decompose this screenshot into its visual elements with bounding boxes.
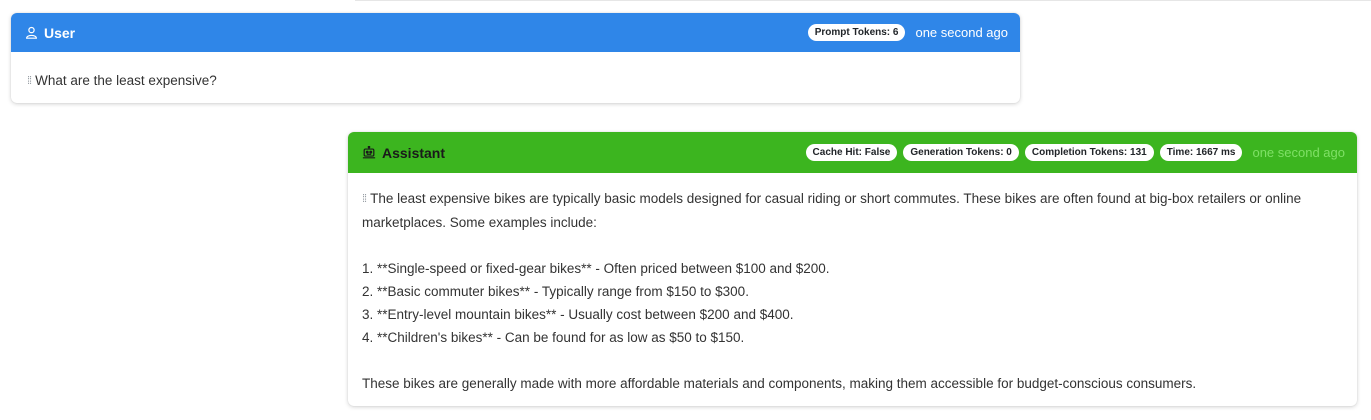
assistant-intro-text: The least expensive bikes are typically … xyxy=(362,191,1302,230)
assistant-role-label: Assistant xyxy=(382,144,446,161)
assistant-message-meta: Cache Hit: False Generation Tokens: 0 Co… xyxy=(805,144,1345,161)
assistant-message-timestamp: one second ago xyxy=(1252,145,1345,160)
user-message-timestamp: one second ago xyxy=(915,25,1008,40)
user-message-header: User Prompt Tokens: 6 one second ago xyxy=(11,13,1020,52)
assistant-intro-paragraph: ⁞⁞ The least expensive bikes are typicall… xyxy=(362,187,1341,234)
cache-hit-badge: Cache Hit: False xyxy=(805,144,898,161)
assistant-message-header: Assistant Cache Hit: False Generation To… xyxy=(348,132,1357,173)
user-role-label: User xyxy=(44,24,76,41)
list-item: 2. **Basic commuter bikes** - Typically … xyxy=(362,284,749,299)
user-icon xyxy=(25,26,38,39)
top-divider xyxy=(355,0,1371,1)
drag-handle-icon[interactable]: ⁞⁞ xyxy=(362,188,367,211)
assistant-role-title: Assistant xyxy=(362,145,445,161)
assistant-message-body: ⁞⁞ The least expensive bikes are typicall… xyxy=(348,173,1357,395)
user-message-text: What are the least expensive? xyxy=(35,73,217,88)
robot-icon xyxy=(362,145,376,160)
assistant-answer-list: 1. **Single-speed or fixed-gear bikes** … xyxy=(362,257,1341,349)
user-message-meta: Prompt Tokens: 6 one second ago xyxy=(807,24,1008,41)
completion-tokens-badge: Completion Tokens: 131 xyxy=(1024,144,1154,161)
prompt-tokens-badge: Prompt Tokens: 6 xyxy=(807,24,906,41)
drag-handle-icon[interactable]: ⁞⁞ xyxy=(27,70,32,93)
user-message-card: User Prompt Tokens: 6 one second ago ⁞⁞ W… xyxy=(11,13,1020,103)
time-badge: Time: 1667 ms xyxy=(1159,144,1243,161)
generation-tokens-badge: Generation Tokens: 0 xyxy=(903,144,1019,161)
assistant-outro-paragraph: These bikes are generally made with more… xyxy=(362,376,1197,391)
user-role-title: User xyxy=(25,25,75,41)
list-item: 3. **Entry-level mountain bikes** - Usua… xyxy=(362,307,794,322)
user-message-body: ⁞⁞ What are the least expensive? xyxy=(11,52,1020,93)
list-item: 1. **Single-speed or fixed-gear bikes** … xyxy=(362,261,830,276)
assistant-message-card: Assistant Cache Hit: False Generation To… xyxy=(348,132,1357,406)
list-item: 4. **Children's bikes** - Can be found f… xyxy=(362,330,745,345)
